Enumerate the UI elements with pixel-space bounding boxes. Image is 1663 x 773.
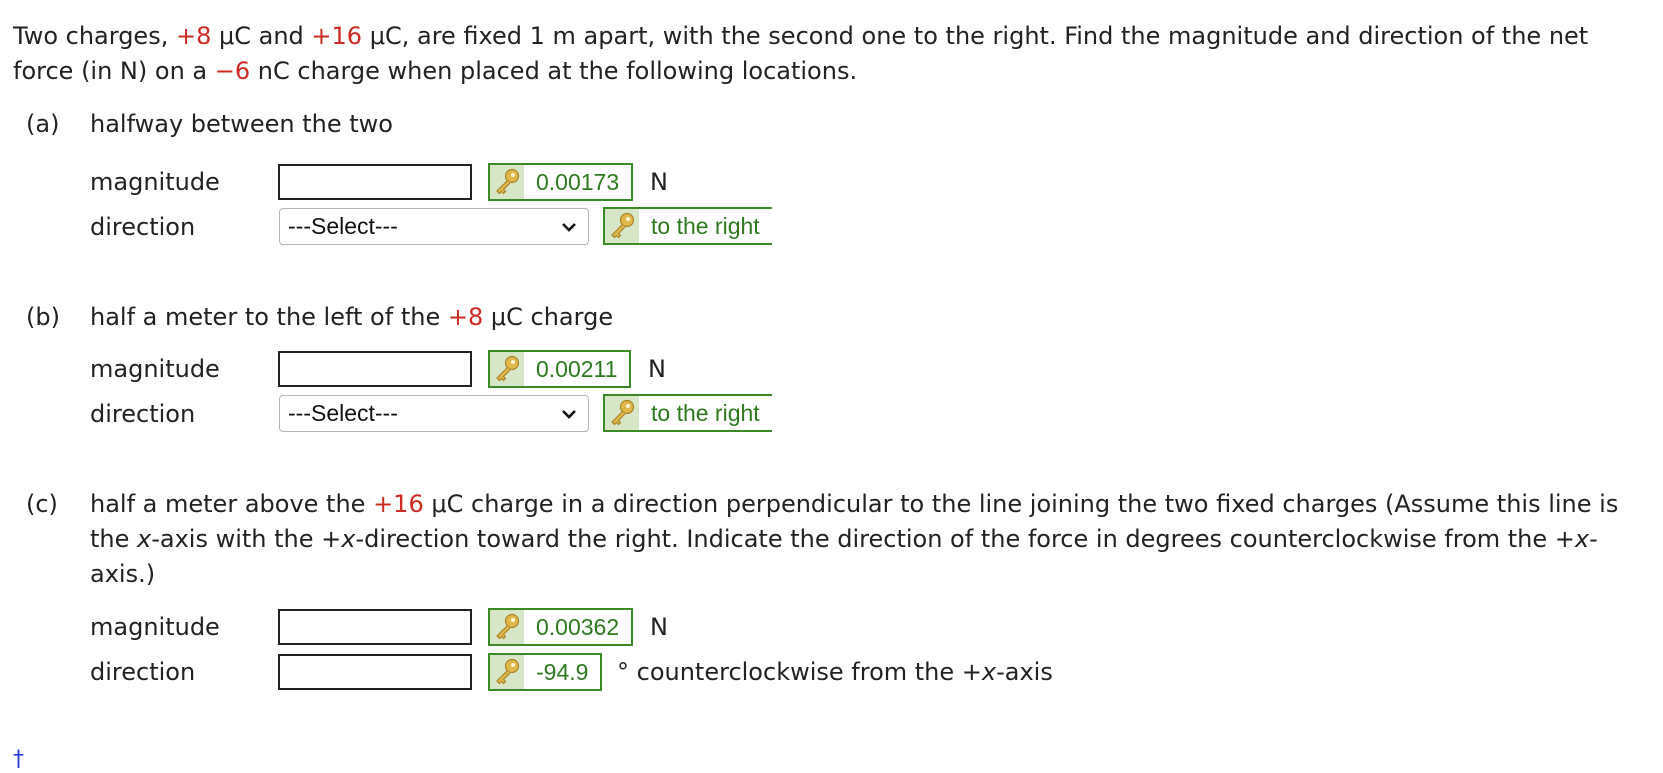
part-b-direction-answer: to the right — [603, 394, 772, 432]
chevron-down-icon — [562, 223, 576, 232]
part-a-magnitude-input[interactable] — [278, 164, 472, 200]
part-c-magnitude-input[interactable] — [278, 609, 472, 645]
part-a-direction-label: direction — [90, 213, 196, 241]
key-icon — [605, 396, 639, 430]
part-b-magnitude-input[interactable] — [278, 351, 472, 387]
part-c-text: half a meter above the +16 μC charge in … — [90, 490, 1619, 588]
part-c-magnitude-unit: N — [650, 613, 668, 641]
part-b-text: half a meter to the left of the +8 μC ch… — [90, 303, 614, 331]
key-icon — [490, 352, 524, 386]
charge-2-value: +16 — [311, 22, 363, 50]
chevron-down-icon — [562, 410, 576, 419]
part-b-direction-select[interactable]: ---Select--- — [279, 395, 589, 432]
key-icon — [490, 610, 524, 644]
key-icon — [490, 655, 524, 689]
part-c-direction-label: direction — [90, 658, 196, 686]
part-c-magnitude-answer: 0.00362 — [488, 608, 634, 646]
part-a-label: (a) — [26, 110, 60, 138]
part-c-direction-input[interactable] — [278, 654, 472, 690]
part-b-magnitude-label: magnitude — [90, 355, 220, 383]
part-b-label: (b) — [26, 303, 60, 331]
part-a-text: halfway between the two — [90, 110, 393, 138]
part-a-direction-answer: to the right — [603, 207, 772, 245]
part-c-direction-answer: -94.9 — [488, 653, 603, 691]
part-b-direction-label: direction — [90, 400, 196, 428]
test-charge-value: −6 — [214, 57, 251, 85]
part-b-magnitude-answer: 0.00211 — [488, 350, 632, 388]
part-a-direction-select[interactable]: ---Select--- — [279, 208, 589, 245]
key-icon — [605, 209, 639, 243]
key-icon — [490, 165, 524, 199]
part-a-magnitude-unit: N — [650, 168, 668, 196]
question-intro: Two charges, +8 μC and +16 μC, are fixed… — [13, 22, 1589, 85]
footnote-dagger[interactable]: † — [13, 748, 24, 772]
part-c-direction-unit: ° counterclockwise from the +x-axis — [617, 658, 1053, 686]
part-c-magnitude-label: magnitude — [90, 613, 220, 641]
part-c-label: (c) — [26, 490, 58, 518]
part-b-magnitude-unit: N — [648, 355, 666, 383]
part-a-magnitude-label: magnitude — [90, 168, 220, 196]
charge-1-value: +8 — [175, 22, 212, 50]
part-a-magnitude-answer: 0.00173 — [488, 163, 634, 201]
